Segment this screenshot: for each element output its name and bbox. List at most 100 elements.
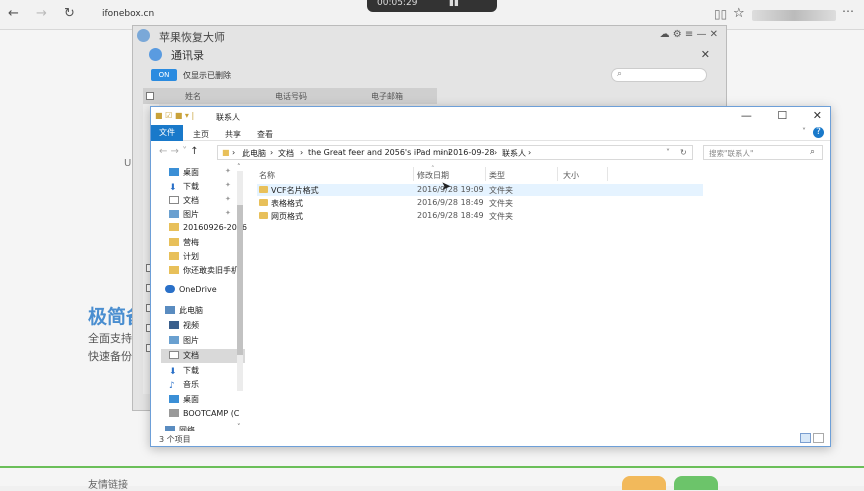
file-name: 表格格式	[271, 199, 303, 208]
reading-view-icon[interactable]: ▯▯	[714, 7, 727, 21]
nav-item-pictures[interactable]: 图片	[169, 335, 199, 346]
refresh-icon[interactable]: ↻	[680, 148, 687, 157]
quick-access-toolbar[interactable]: ■ ☑ ■ ▾ |	[155, 111, 194, 120]
nav-item-downloads[interactable]: ⬇ 下载	[169, 365, 199, 377]
pin-icon[interactable]: ✦	[225, 181, 231, 189]
folder-icon	[259, 186, 268, 193]
download-icon: ⬇	[169, 367, 177, 377]
file-type: 文件夹	[489, 199, 513, 208]
column-size[interactable]: 大小	[563, 170, 579, 181]
close-icon[interactable]: ✕	[701, 48, 710, 61]
divider	[0, 466, 864, 468]
tab-home[interactable]: 主页	[193, 129, 209, 140]
column-separator[interactable]	[557, 167, 558, 181]
address-bar[interactable]: ■ › 此电脑 › 文档 › the Great feer and 2056's…	[217, 145, 693, 160]
nav-item-folder[interactable]: 你还敢卖旧手机	[169, 265, 239, 276]
nav-item-network[interactable]: 网络	[165, 425, 195, 431]
nav-item-this-pc[interactable]: 此电脑	[165, 305, 203, 316]
app-logo-icon	[137, 29, 150, 42]
window-controls: — ☐ ✕	[719, 109, 822, 122]
scroll-down-icon[interactable]: ˅	[237, 423, 241, 431]
minimize-icon[interactable]: —	[741, 109, 752, 122]
large-icons-view-icon[interactable]	[813, 433, 824, 443]
nav-item-onedrive[interactable]: OneDrive	[165, 285, 217, 294]
pin-icon[interactable]: ✦	[225, 195, 231, 203]
green-button[interactable]	[674, 476, 718, 490]
select-all-checkbox[interactable]	[146, 92, 154, 100]
nav-item-desktop[interactable]: 桌面	[169, 394, 199, 405]
deleted-only-toggle[interactable]: ON	[151, 69, 177, 81]
ribbon-tabs: 文件 主页 共享 查看 ? ˅	[151, 125, 830, 141]
favorite-star-icon[interactable]: ☆	[733, 6, 745, 21]
folder-icon	[169, 223, 179, 231]
more-icon[interactable]: ⋯	[842, 4, 854, 18]
nav-buttons[interactable]: ← → ˅ ↑	[159, 146, 199, 157]
toggle-label: 仅显示已删除	[183, 71, 231, 80]
music-icon: ♪	[169, 381, 175, 391]
nav-item-folder[interactable]: 20160926-2016	[169, 223, 247, 232]
nav-item-drive[interactable]: BOOTCAMP (C	[169, 409, 239, 418]
close-icon[interactable]: ✕	[813, 109, 822, 122]
video-icon	[169, 321, 179, 329]
column-separator[interactable]	[485, 167, 486, 181]
window-title: 联系人	[216, 113, 240, 122]
nav-item-documents[interactable]: 文档	[169, 195, 199, 206]
file-name: 网页格式	[271, 212, 303, 221]
file-row[interactable]: VCF名片格式 2016/9/28 19:09 文件夹	[257, 184, 703, 196]
pin-icon[interactable]: ✦	[225, 167, 231, 175]
tab-file[interactable]: 文件	[151, 125, 183, 141]
file-row[interactable]: 表格格式 2016/9/28 18:49 文件夹	[257, 197, 703, 209]
forward-icon[interactable]: →	[36, 6, 47, 21]
details-view-icon[interactable]	[800, 433, 811, 443]
column-name[interactable]: 名称	[259, 170, 275, 181]
folder-icon	[169, 238, 179, 246]
nav-item-videos[interactable]: 视频	[169, 320, 199, 331]
nav-item-folder[interactable]: 营梅	[169, 237, 199, 248]
nav-item-music[interactable]: ♪ 音乐	[169, 379, 199, 391]
expand-ribbon-icon[interactable]: ˅	[802, 127, 806, 136]
nav-item-desktop[interactable]: 桌面	[169, 167, 199, 178]
search-input[interactable]: ⌕	[611, 68, 707, 82]
column-header: 姓名	[185, 92, 201, 101]
search-icon: ⌕	[617, 69, 623, 79]
breadcrumb-item[interactable]: 2016-09-28	[448, 148, 495, 157]
tab-view[interactable]: 查看	[257, 129, 273, 140]
nav-scrollbar-thumb[interactable]	[237, 205, 243, 355]
breadcrumb-item[interactable]: 文档	[278, 148, 294, 159]
help-icon[interactable]: ?	[813, 127, 824, 138]
address-bar[interactable]: ifonebox.cn	[102, 9, 154, 19]
nav-item-downloads[interactable]: ⬇ 下载	[169, 181, 199, 193]
contacts-table-header: 姓名 电话号码 电子邮箱	[143, 88, 437, 104]
search-input[interactable]: 搜索"联系人" ⌕	[703, 145, 823, 160]
computer-icon	[165, 306, 175, 314]
back-icon[interactable]: ←	[8, 6, 19, 21]
breadcrumb-item[interactable]: 联系人	[502, 148, 526, 159]
breadcrumb-item[interactable]: 此电脑	[242, 148, 266, 159]
recorder-time: 00:05:29	[377, 0, 418, 8]
chevron-right-icon: ›	[300, 148, 304, 157]
column-type[interactable]: 类型	[489, 170, 505, 181]
pin-icon[interactable]: ✦	[225, 209, 231, 217]
column-separator[interactable]	[607, 167, 608, 181]
scroll-up-icon[interactable]: ˄	[237, 163, 241, 171]
orange-button[interactable]	[622, 476, 666, 490]
column-separator[interactable]	[413, 167, 414, 181]
picture-icon	[169, 336, 179, 344]
app-window-controls[interactable]: ☁ ⚙ ≡ — ✕	[660, 29, 718, 40]
file-date: 2016/9/28 18:49	[417, 198, 484, 207]
tab-share[interactable]: 共享	[225, 129, 241, 140]
pause-icon[interactable]: ▮▮	[449, 0, 459, 8]
file-explorer-window: ■ ☑ ■ ▾ | 联系人 — ☐ ✕ 文件 主页 共享 查看 ? ˅ ← → …	[150, 106, 831, 447]
breadcrumb-item[interactable]: the Great feer and 2056's iPad mini	[308, 148, 450, 157]
maximize-icon[interactable]: ☐	[777, 109, 787, 122]
folder-icon	[169, 252, 179, 260]
nav-item-folder[interactable]: 计划	[169, 251, 199, 262]
drive-icon	[169, 409, 179, 417]
app-title: 苹果恢复大师	[159, 31, 225, 44]
nav-item-pictures[interactable]: 图片	[169, 209, 199, 220]
nav-item-documents[interactable]: 文档	[169, 350, 199, 361]
file-row[interactable]: 网页格式 2016/9/28 18:49 文件夹	[257, 210, 703, 222]
account-area[interactable]	[752, 10, 836, 21]
refresh-icon[interactable]: ↻	[64, 6, 75, 21]
chevron-down-icon[interactable]: ˅	[666, 148, 670, 157]
